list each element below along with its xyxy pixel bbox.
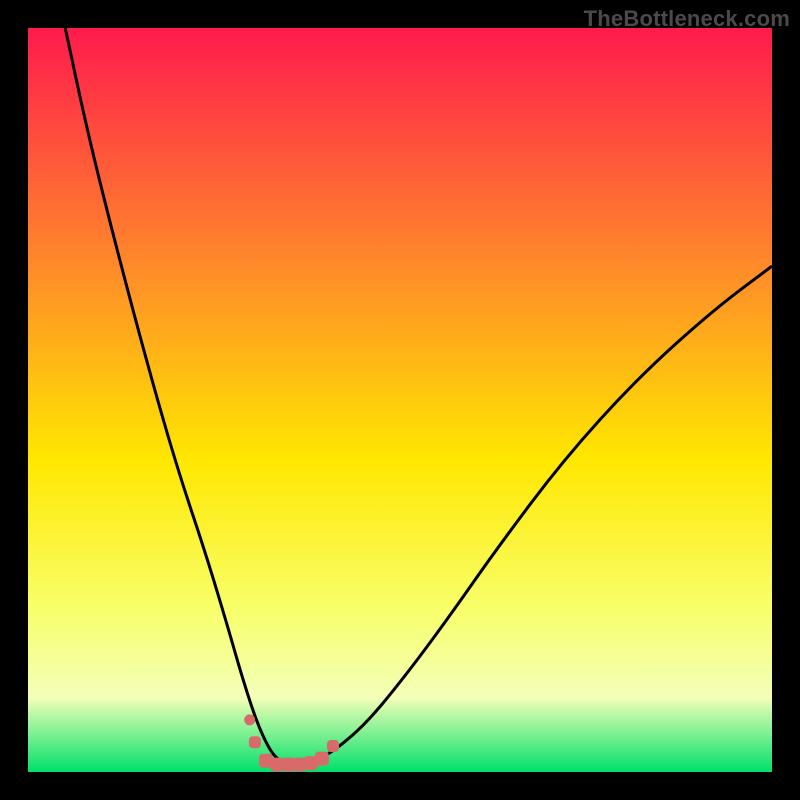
chart-svg <box>28 28 772 772</box>
marker-point <box>327 740 339 752</box>
plot-area <box>28 28 772 772</box>
marker-point <box>244 714 255 725</box>
gradient-background <box>28 28 772 772</box>
marker-point <box>249 736 261 748</box>
chart-container: TheBottleneck.com <box>0 0 800 800</box>
marker-point <box>315 752 329 766</box>
